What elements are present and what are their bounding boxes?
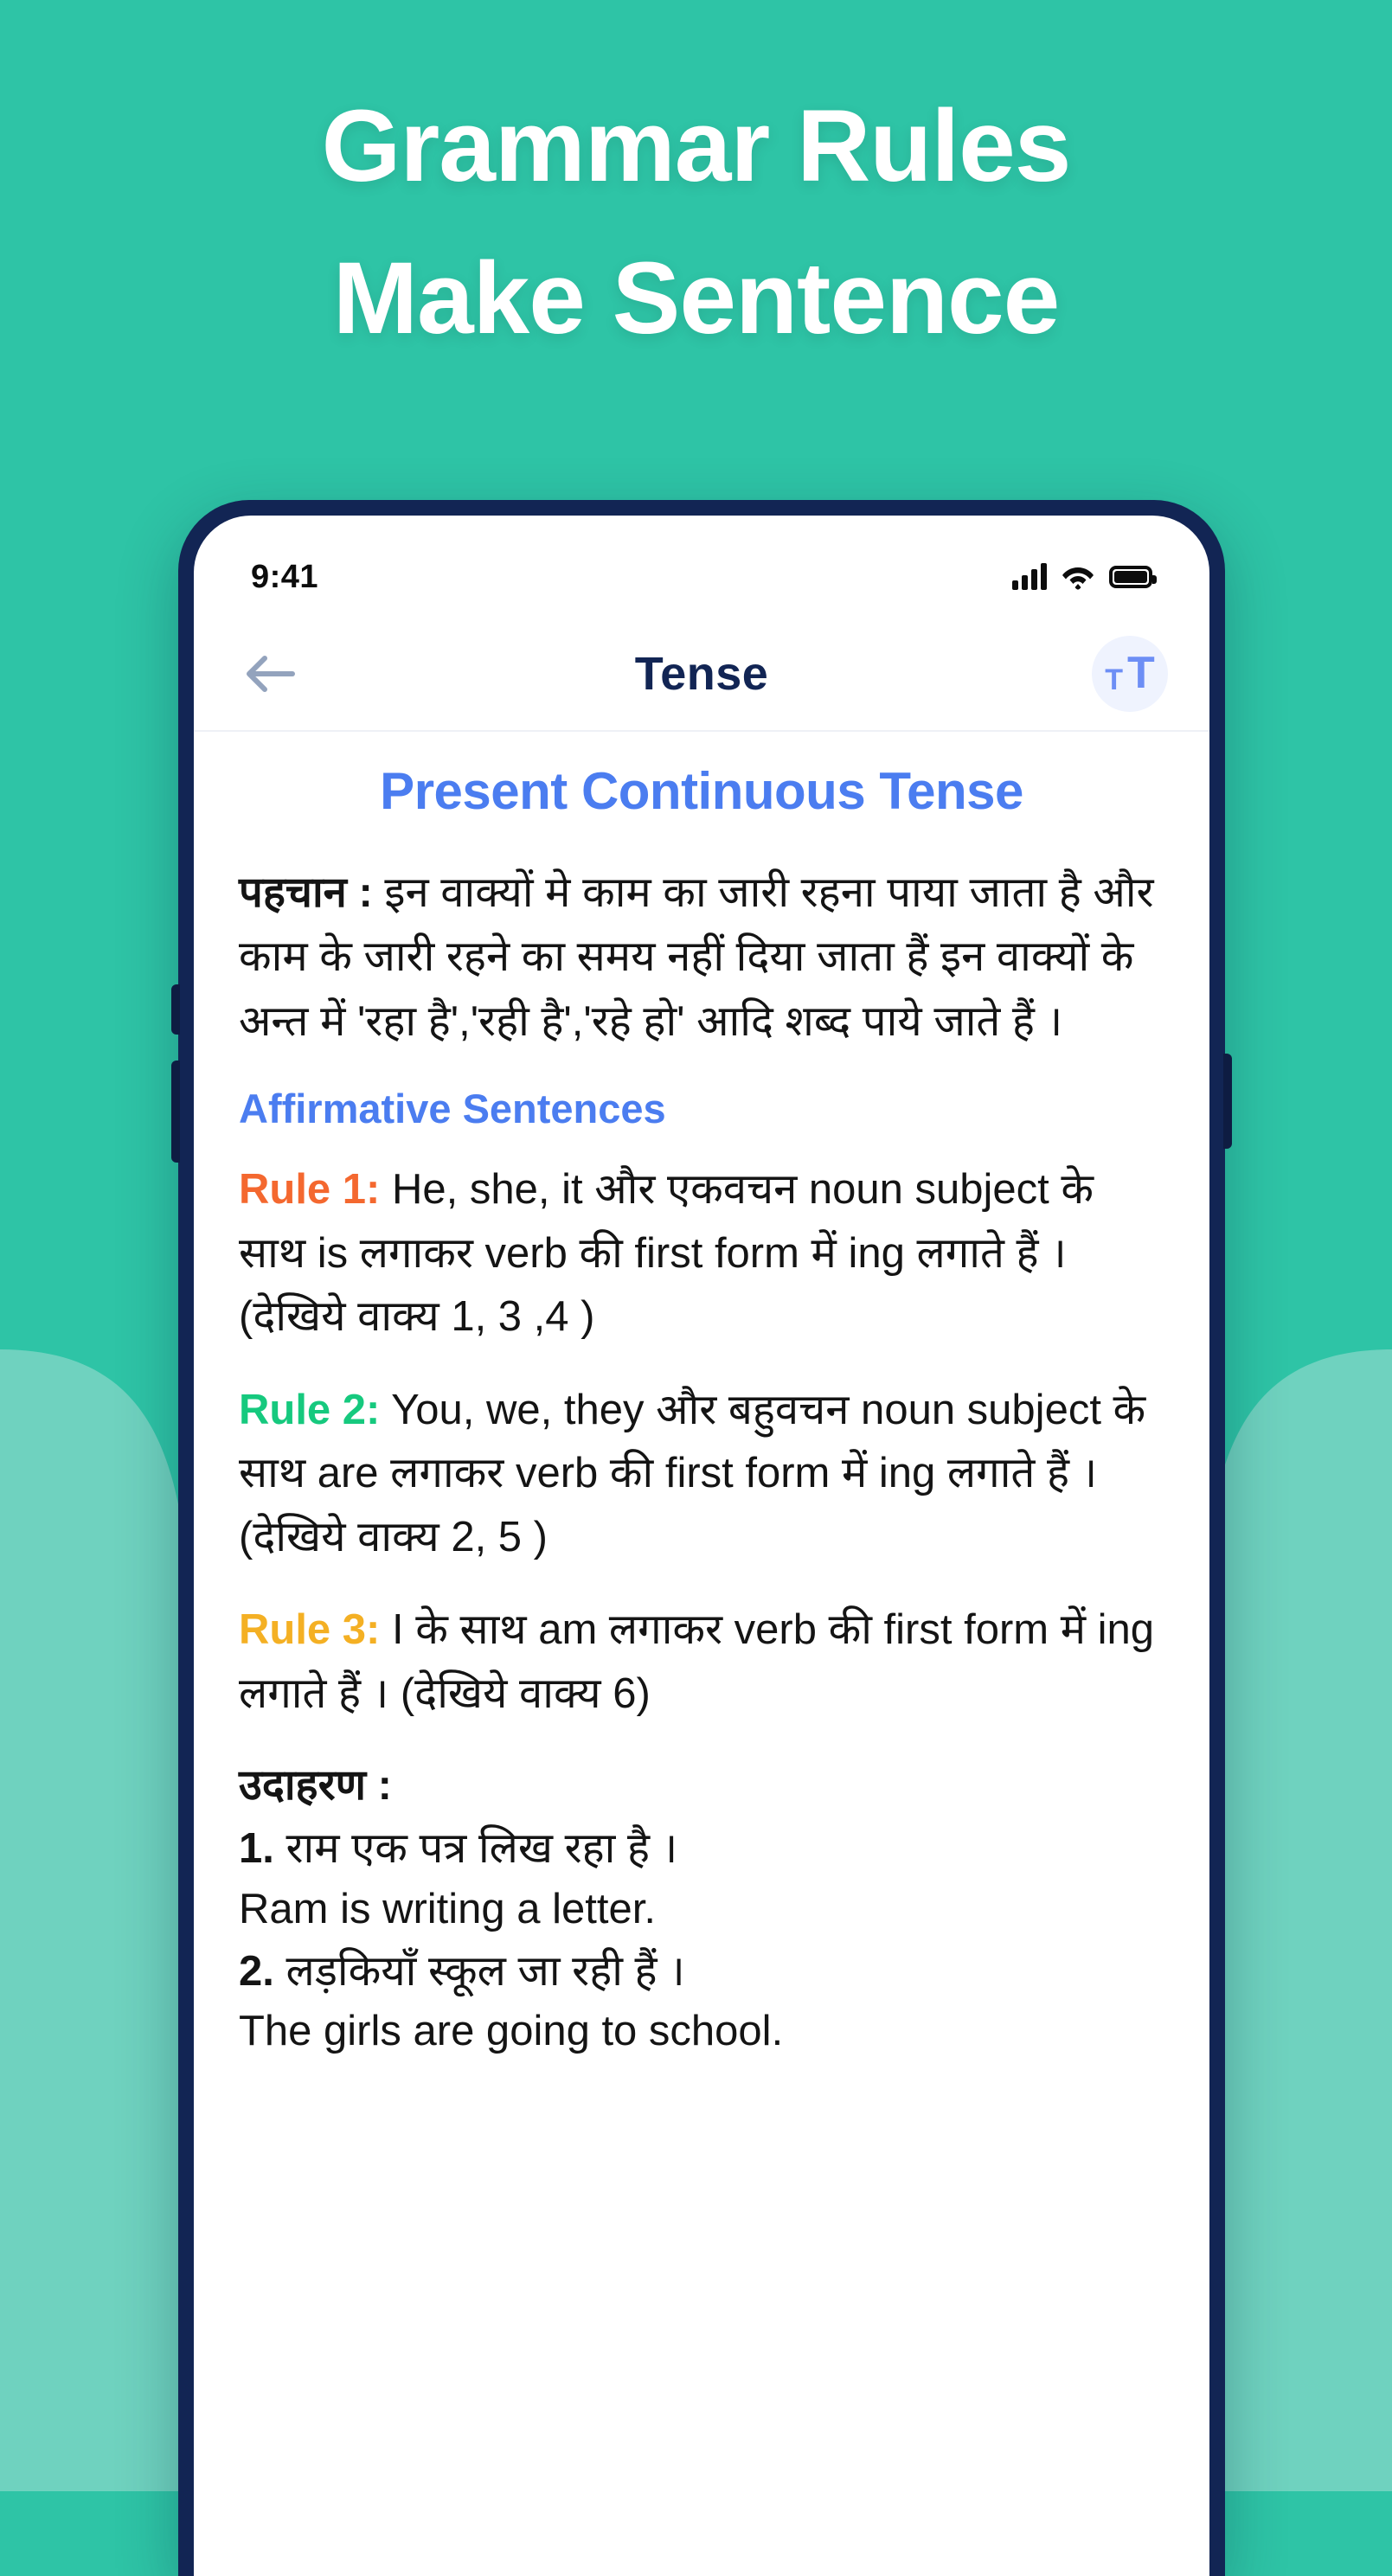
identification-body: इन वाक्यों मे काम का जारी रहना पाया जाता… — [239, 869, 1154, 1045]
example-1-hindi: 1. राम एक पत्र लिख रहा है । — [239, 1819, 1164, 1880]
example-1-english: Ram is writing a letter. — [239, 1880, 1164, 1940]
rule-1: Rule 1: He, she, it और एकवचन noun subjec… — [239, 1158, 1164, 1349]
power-button[interactable] — [1223, 1054, 1232, 1149]
rule-1-label: Rule 1: — [239, 1166, 380, 1213]
rule-3-label: Rule 3: — [239, 1606, 380, 1653]
lesson-content[interactable]: Present Continuous Tense पहचान : इन वाक्… — [194, 732, 1209, 2576]
example-2-english: The girls are going to school. — [239, 2002, 1164, 2062]
font-size-button[interactable]: T T — [1092, 636, 1168, 712]
status-bar-icons — [1012, 564, 1152, 590]
status-bar: 9:41 — [194, 516, 1209, 618]
font-size-icon-large-t: T — [1127, 656, 1155, 692]
battery-icon — [1109, 566, 1152, 588]
example-2-number: 2. — [239, 1948, 274, 1995]
examples-heading: उदाहरण : — [239, 1755, 1164, 1812]
app-header: Tense T T — [194, 618, 1209, 732]
phone-mockup: 9:41 Tense — [178, 500, 1225, 2576]
example-1-number: 1. — [239, 1825, 274, 1872]
font-size-icon: T T — [1105, 656, 1155, 692]
identification-paragraph: पहचान : इन वाक्यों मे काम का जारी रहना प… — [239, 861, 1164, 1054]
back-button[interactable] — [239, 643, 301, 705]
identification-label: पहचान : — [239, 869, 373, 916]
phone-screen: 9:41 Tense — [194, 516, 1209, 2576]
example-2-hindi-text: लड़कियाँ स्कूल जा रही हैं । — [274, 1948, 685, 1995]
status-bar-time: 9:41 — [251, 559, 318, 596]
rule-2: Rule 2: You, we, they और बहुवचन noun sub… — [239, 1379, 1164, 1570]
example-2-hindi: 2. लड़कियाँ स्कूल जा रही हैं । — [239, 1942, 1164, 2002]
font-size-icon-small-t: T — [1105, 669, 1123, 692]
back-arrow-icon — [244, 653, 296, 695]
example-1-hindi-text: राम एक पत्र लिख रहा है । — [274, 1825, 677, 1872]
promo-headline-line-2: Make Sentence — [0, 247, 1392, 349]
rule-3: Rule 3: I के साथ am लगाकर verb की first … — [239, 1599, 1164, 1726]
volume-down-button[interactable] — [171, 1061, 180, 1163]
cellular-signal-icon — [1012, 564, 1047, 590]
promo-headline-line-1: Grammar Rules — [0, 95, 1392, 197]
promo-headline: Grammar Rules Make Sentence — [0, 95, 1392, 349]
lesson-title: Present Continuous Tense — [239, 761, 1164, 821]
page-title: Tense — [194, 647, 1209, 701]
volume-up-button[interactable] — [171, 984, 180, 1035]
rule-2-label: Rule 2: — [239, 1387, 380, 1433]
section-heading-affirmative: Affirmative Sentences — [239, 1085, 1164, 1132]
wifi-icon — [1062, 564, 1094, 590]
